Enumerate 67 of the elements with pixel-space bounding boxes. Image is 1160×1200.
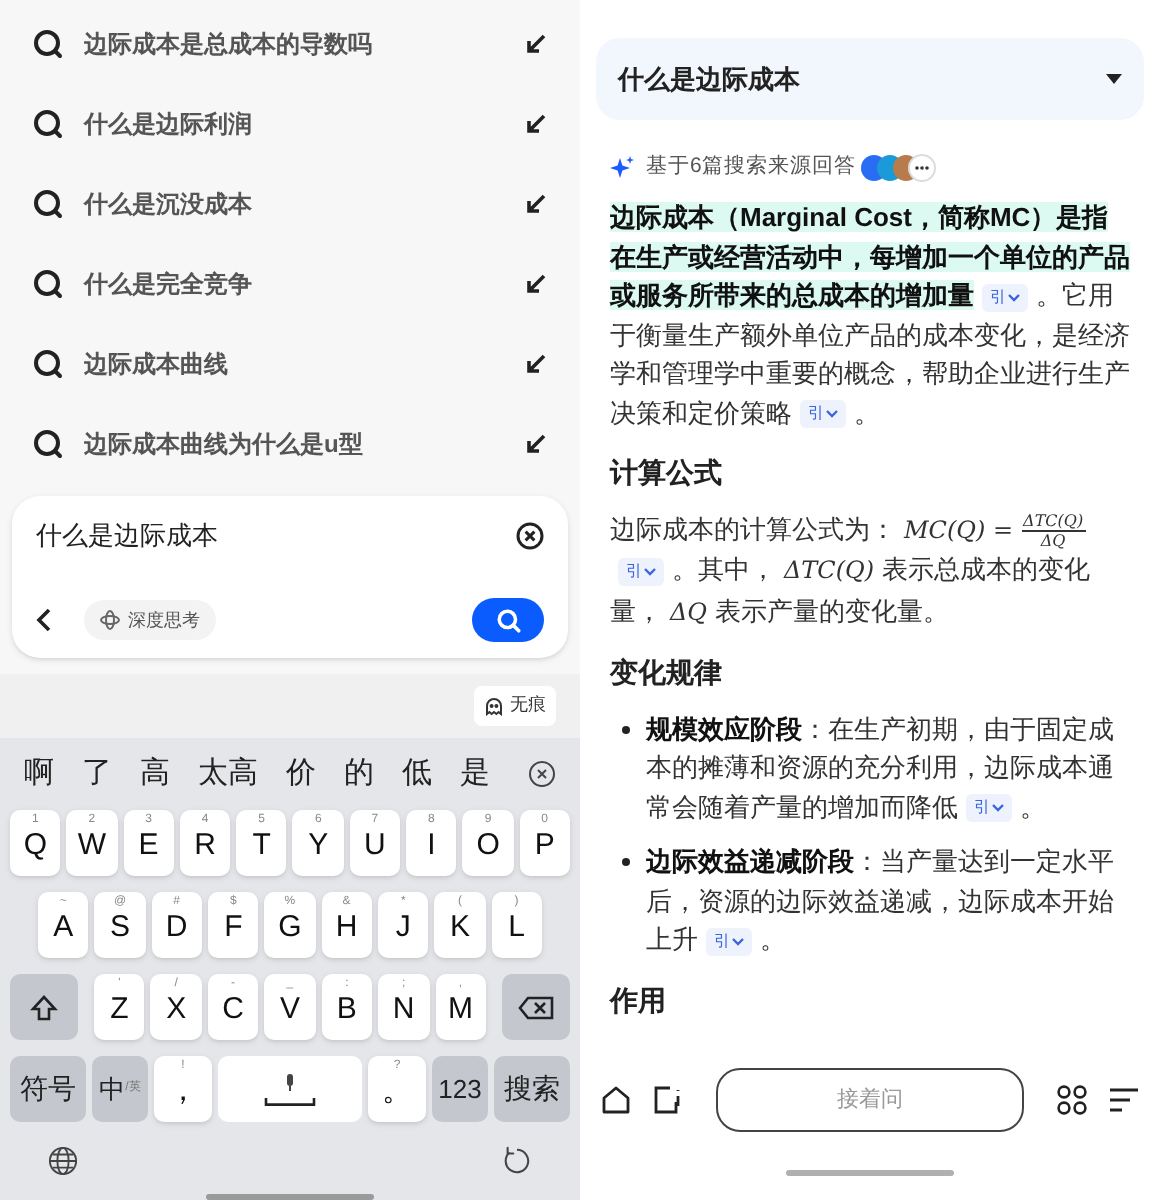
space-bar-icon bbox=[264, 1097, 316, 1105]
query-input[interactable]: 什么是边际成本 bbox=[36, 516, 218, 555]
candidate-word[interactable]: 了 bbox=[82, 751, 112, 797]
citation-button[interactable]: 引 bbox=[966, 794, 1012, 823]
incognito-button[interactable]: 无痕 bbox=[474, 686, 556, 727]
search-icon bbox=[32, 188, 64, 220]
section-heading: 作用 bbox=[610, 981, 668, 1019]
search-icon bbox=[32, 108, 64, 140]
arrow-icon bbox=[524, 192, 548, 216]
shift-key[interactable] bbox=[10, 974, 78, 1040]
chevron-icon bbox=[644, 567, 656, 576]
citation-button[interactable]: 引 bbox=[800, 400, 846, 429]
citation-button[interactable]: 引 bbox=[982, 283, 1028, 312]
sources-label: 基于6篇搜索来源回答 bbox=[646, 152, 856, 183]
citation-button[interactable]: 引 bbox=[706, 927, 752, 956]
search-button[interactable] bbox=[472, 598, 544, 643]
answer-paragraph: 边际成本（Marginal Cost，简称MC）是指在生产或经营活动中，每增加一个单位的产品或服务所带来的总成本的增加量 引 。它用于衡量生产额外单位产品的成本变化，是经济学和管理学中重要的概念，帮助企业进行生产决策和定价策略 引 。 bbox=[610, 200, 1130, 432]
arrow-icon bbox=[524, 352, 548, 376]
globe-icon bbox=[48, 1145, 78, 1175]
candidate-word[interactable]: 是 bbox=[460, 751, 490, 797]
atom-icon bbox=[100, 610, 120, 631]
candidate-word[interactable]: 太高 bbox=[198, 751, 258, 797]
home-icon bbox=[600, 1084, 632, 1116]
space-key[interactable] bbox=[218, 1056, 362, 1122]
chevron-icon bbox=[1008, 293, 1020, 302]
candidate-word[interactable]: 的 bbox=[344, 751, 374, 797]
backspace-icon bbox=[517, 995, 554, 1019]
question-dropdown[interactable]: 什么是边际成本 bbox=[596, 38, 1144, 120]
grid-icon bbox=[1056, 1084, 1088, 1116]
search-icon bbox=[495, 607, 521, 634]
arrow-icon bbox=[524, 272, 548, 296]
source-avatars-icon bbox=[859, 154, 940, 182]
deep-think-toggle[interactable]: 深度思考 bbox=[84, 600, 216, 641]
clear-icon bbox=[516, 521, 544, 550]
bullet-text: 边际效益递减阶段：当产量达到一定水平后，资源的边际效益递减，边际成本开始上升 引 。 bbox=[646, 844, 1116, 959]
citation-button[interactable]: 引 bbox=[618, 557, 664, 586]
chevron-icon bbox=[992, 804, 1004, 813]
new-chat-icon bbox=[652, 1084, 684, 1116]
chevron-icon bbox=[732, 937, 744, 946]
search-icon bbox=[32, 348, 64, 380]
arrow-icon bbox=[524, 32, 548, 56]
dismiss-icon bbox=[528, 760, 556, 788]
ghost-icon bbox=[484, 696, 504, 717]
backspace-key[interactable] bbox=[501, 974, 570, 1040]
function-key[interactable]: 搜索 bbox=[494, 1056, 570, 1122]
section-heading: 计算公式 bbox=[610, 454, 724, 492]
arrow-icon bbox=[524, 112, 548, 136]
bullet-text: 规模效应阶段：在生产初期，由于固定成本的摊薄和资源的充分利用，边际成本通常会随着产量的增加而降低 引 。 bbox=[646, 711, 1116, 826]
search-icon bbox=[32, 28, 64, 60]
candidate-word[interactable]: 价 bbox=[286, 751, 316, 797]
candidate-word[interactable]: 低 bbox=[402, 751, 432, 797]
menu-icon bbox=[1108, 1086, 1140, 1114]
rotate-icon bbox=[502, 1145, 532, 1175]
microphone-icon bbox=[282, 1073, 298, 1091]
search-icon bbox=[32, 268, 64, 300]
candidate-word[interactable]: 啊 bbox=[24, 751, 54, 797]
shift-arrow-icon bbox=[30, 993, 58, 1021]
caret-icon bbox=[1106, 74, 1122, 84]
search-icon bbox=[32, 428, 64, 460]
candidate-word[interactable]: 高 bbox=[140, 751, 170, 797]
sparkle-icon bbox=[610, 156, 634, 180]
back-icon bbox=[36, 608, 52, 633]
chevron-icon bbox=[826, 410, 838, 419]
function-key[interactable]: 符号 bbox=[10, 1056, 86, 1122]
arrow-icon bbox=[524, 432, 548, 456]
function-key[interactable]: 123 bbox=[432, 1056, 488, 1122]
section-heading: 变化规律 bbox=[610, 654, 724, 692]
